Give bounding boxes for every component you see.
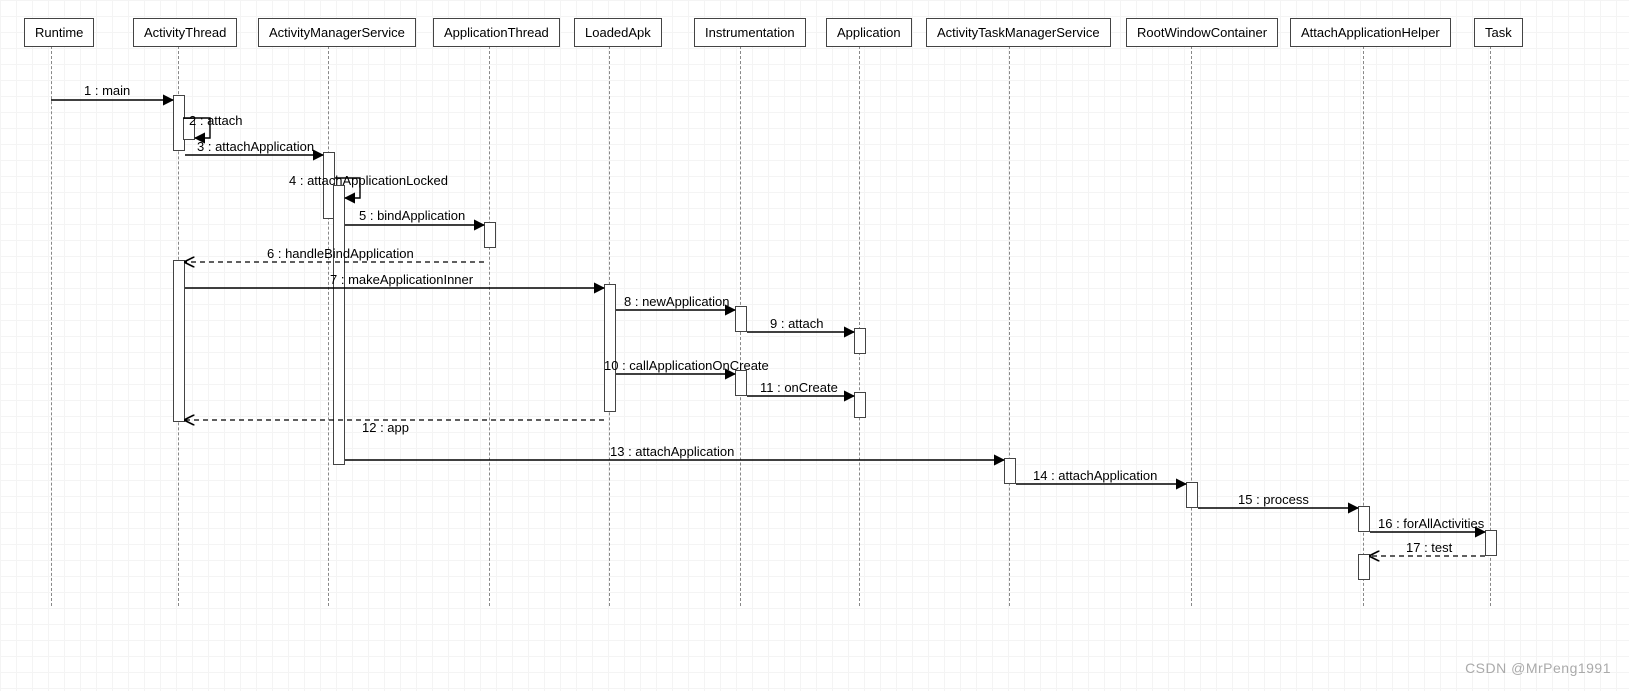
msg-3: 3 : attachApplication — [197, 139, 314, 154]
lifeline-task — [1490, 46, 1491, 606]
lifeline-applicationthread — [489, 46, 490, 606]
participant-activitythread: ActivityThread — [133, 18, 237, 47]
activation-instr-2 — [735, 370, 747, 396]
activation-loadedapk — [604, 284, 616, 412]
activation-app-2 — [854, 392, 866, 418]
activation-activitythread-bind — [173, 260, 185, 422]
msg-17: 17 : test — [1406, 540, 1452, 555]
msg-13: 13 : attachApplication — [610, 444, 734, 459]
participant-loadedapk: LoadedApk — [574, 18, 662, 47]
activation-rwc — [1186, 482, 1198, 508]
lifeline-application — [859, 46, 860, 606]
participant-applicationthread: ApplicationThread — [433, 18, 560, 47]
msg-12: 12 : app — [362, 420, 409, 435]
watermark: CSDN @MrPeng1991 — [1465, 660, 1611, 676]
participant-activitymanagerservice: ActivityManagerService — [258, 18, 416, 47]
participant-attachapplicationhelper: AttachApplicationHelper — [1290, 18, 1451, 47]
lifeline-runtime — [51, 46, 52, 606]
activation-task — [1485, 530, 1497, 556]
participant-activitytaskmanagerservice: ActivityTaskManagerService — [926, 18, 1111, 47]
msg-9: 9 : attach — [770, 316, 823, 331]
msg-11: 11 : onCreate — [760, 380, 838, 395]
activation-ams-self — [333, 185, 345, 465]
msg-14: 14 : attachApplication — [1033, 468, 1157, 483]
msg-6: 6 : handleBindApplication — [267, 246, 414, 261]
lifeline-rootwindowcontainer — [1191, 46, 1192, 606]
msg-1: 1 : main — [84, 83, 130, 98]
participant-task: Task — [1474, 18, 1523, 47]
participant-instrumentation: Instrumentation — [694, 18, 806, 47]
msg-5: 5 : bindApplication — [359, 208, 465, 223]
activation-appthread — [484, 222, 496, 248]
arrows-layer — [0, 0, 1629, 691]
lifeline-activitytaskmanagerservice — [1009, 46, 1010, 606]
msg-15: 15 : process — [1238, 492, 1309, 507]
activation-app-1 — [854, 328, 866, 354]
participant-runtime: Runtime — [24, 18, 94, 47]
activation-aah — [1358, 506, 1370, 532]
activation-aah-2 — [1358, 554, 1370, 580]
lifeline-activitymanagerservice — [328, 46, 329, 606]
msg-4: 4 : attachApplicationLocked — [289, 173, 448, 188]
activation-atms — [1004, 458, 1016, 484]
activation-instr-1 — [735, 306, 747, 332]
msg-16: 16 : forAllActivities — [1378, 516, 1484, 531]
participant-application: Application — [826, 18, 912, 47]
msg-7: 7 : makeApplicationInner — [330, 272, 473, 287]
msg-8: 8 : newApplication — [624, 294, 730, 309]
msg-10: 10 : callApplicationOnCreate — [604, 358, 769, 373]
msg-2: 2 : attach — [189, 113, 242, 128]
participant-rootwindowcontainer: RootWindowContainer — [1126, 18, 1278, 47]
